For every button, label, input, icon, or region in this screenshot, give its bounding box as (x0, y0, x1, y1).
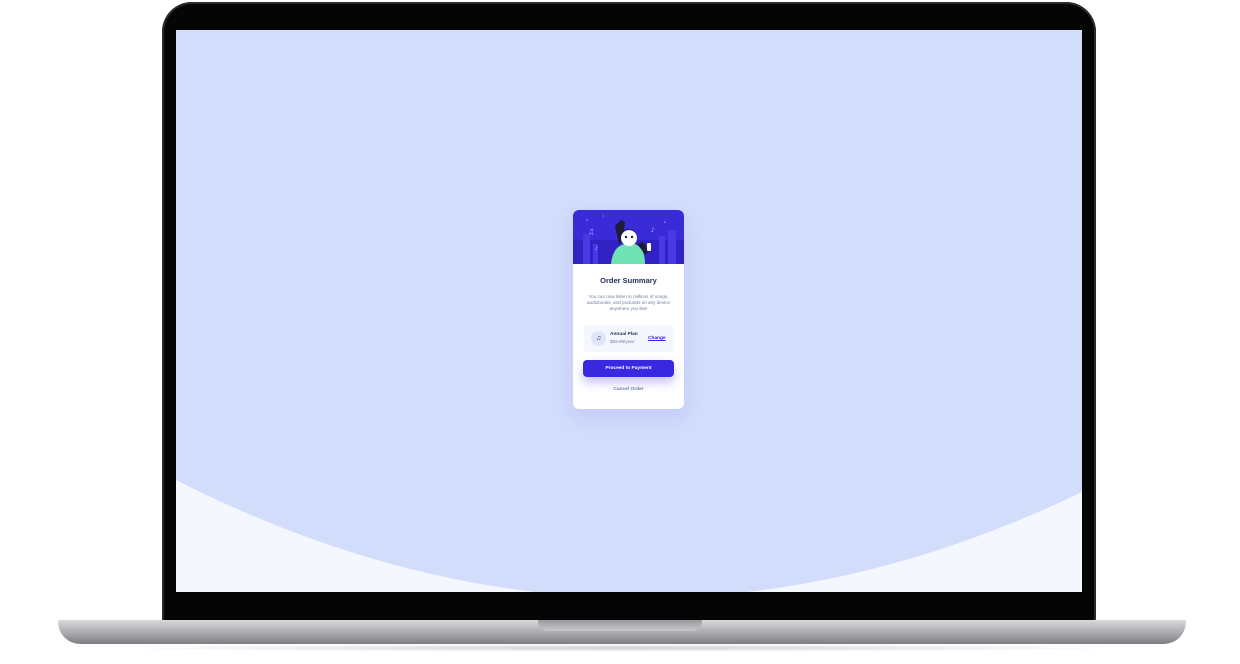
music-note-icon: ♫ (591, 331, 606, 346)
order-summary-card: ♫ ♪ ♪ Order Summary You can now listen t… (573, 210, 684, 409)
change-plan-link[interactable]: Change (648, 336, 666, 341)
svg-text:♪: ♪ (595, 246, 598, 252)
svg-text:♪: ♪ (651, 227, 655, 234)
plan-price: $59.99/year (610, 339, 635, 344)
order-description: You can now listen to millions of songs,… (587, 294, 671, 312)
svg-text:♫: ♫ (588, 228, 594, 236)
laptop-notch (538, 620, 702, 631)
proceed-to-payment-button[interactable]: Proceed to Payment (583, 360, 674, 377)
plan-name: Annual Plan (610, 332, 638, 337)
hero-illustration: ♫ ♪ ♪ (573, 210, 684, 264)
cancel-order-button[interactable]: Cancel Order (573, 387, 684, 392)
laptop-screen: ♫ ♪ ♪ Order Summary You can now listen t… (176, 30, 1082, 592)
laptop-shadow (100, 644, 1140, 652)
page-title: Order Summary (600, 276, 657, 285)
plan-summary: ♫ Annual Plan $59.99/year Change (584, 325, 674, 352)
